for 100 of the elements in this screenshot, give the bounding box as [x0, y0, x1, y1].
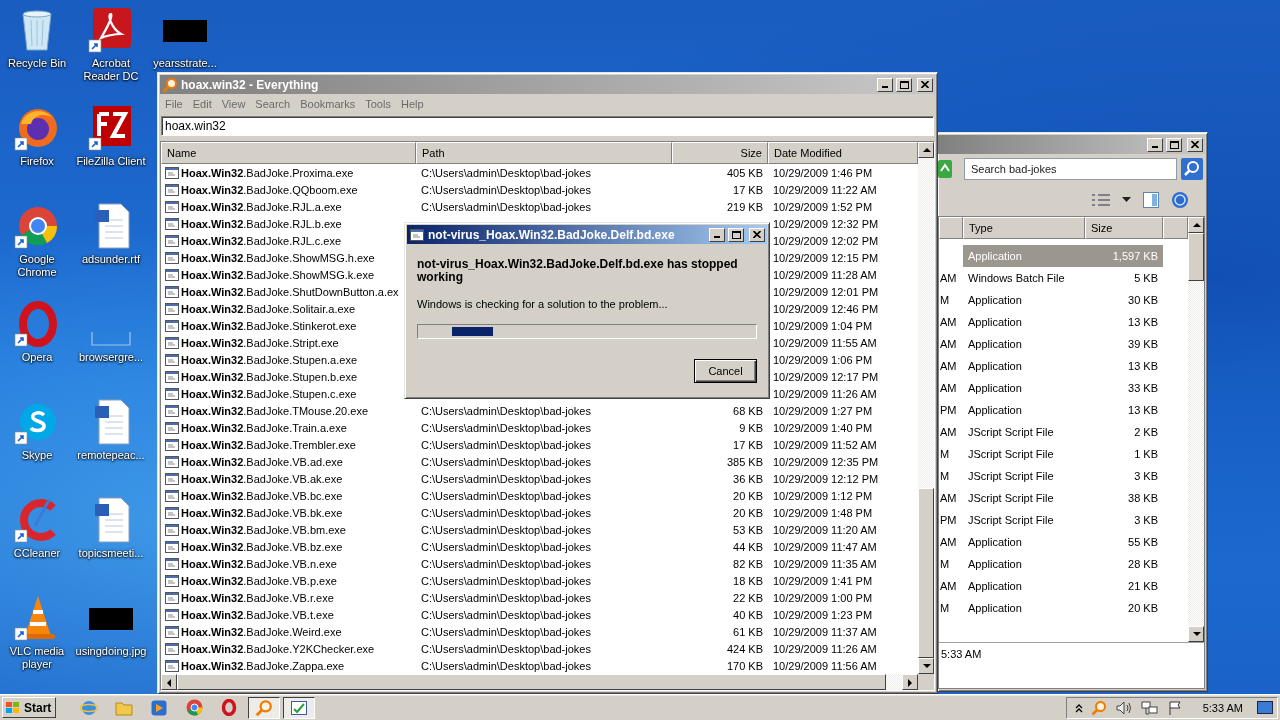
date-modified: 10/29/2009 12:12 PM — [772, 472, 880, 485]
file-name: Hoax.Win32.BadJoke.Stupen.c.exe — [181, 387, 357, 400]
file-path: C:\Users\admin\Desktop\bad-jokes — [420, 200, 592, 213]
file-path: C:\Users\admin\Desktop\bad-jokes — [420, 608, 592, 621]
file-name: Hoax.Win32.BadJoke.Y2KChecker.exe — [181, 642, 375, 655]
date-modified: 10/29/2009 11:56 AM — [772, 659, 878, 672]
file-name: Hoax.Win32.BadJoke.Solitair.a.exe — [181, 302, 356, 315]
date-fragment: PM — [939, 404, 958, 416]
file-path: C:\Users\admin\Desktop\bad-jokes — [420, 642, 592, 655]
file-size: 9 KB — [738, 421, 764, 434]
file-name: Hoax.Win32.BadJoke.Weird.exe — [181, 625, 342, 638]
date-modified: 10/29/2009 1:23 PM — [772, 608, 874, 621]
date-fragment: M — [939, 470, 951, 482]
date-modified: 10/29/2009 1:06 PM — [772, 353, 874, 366]
date-modified: 10/29/2009 11:35 AM — [772, 557, 878, 570]
file-name: Hoax.Win32.BadJoke.Train.a.exe — [181, 421, 347, 434]
file-type: JScript Script File — [967, 491, 1055, 506]
date-modified: 10/29/2009 11:47 AM — [772, 540, 878, 553]
file-name: Hoax.Win32.BadJoke.QQboom.exe — [181, 183, 358, 196]
file-name: Hoax.Win32.BadJoke.ShowMSG.h.exe — [181, 251, 375, 264]
file-name: Hoax.Win32.BadJoke.RJL.b.exe — [181, 217, 342, 230]
file-type: Application — [963, 245, 1085, 267]
date-modified: 10/29/2009 12:35 PM — [772, 455, 880, 468]
date-modified: 10/29/2009 11:37 AM — [772, 625, 878, 638]
file-type: JScript Script File — [967, 469, 1055, 484]
file-name: Hoax.Win32.BadJoke.VB.r.exe — [181, 591, 334, 604]
file-name: Hoax.Win32.BadJoke.VB.bk.exe — [181, 506, 343, 519]
file-name: Hoax.Win32.BadJoke.RJL.c.exe — [181, 234, 342, 247]
dialog-title: not-virus_Hoax.Win32.BadJoke.Delf.bd.exe — [428, 227, 675, 242]
file-name: Hoax.Win32.BadJoke.VB.ad.exe — [181, 455, 343, 468]
file-size: 1 KB — [1133, 447, 1159, 462]
date-modified: 10/29/2009 12:01 PM — [772, 285, 880, 298]
date-fragment: AM — [939, 492, 958, 504]
date-modified: 10/29/2009 1:41 PM — [772, 574, 874, 587]
status-text: 5:33 AM — [941, 648, 982, 660]
file-name: Hoax.Win32.BadJoke.Stinkerot.exe — [181, 319, 357, 332]
file-type: Application — [967, 337, 1023, 352]
date-modified: 10/29/2009 11:22 AM — [772, 183, 878, 196]
file-name: Hoax.Win32.BadJoke.Stupen.a.exe — [181, 353, 357, 366]
file-name: Hoax.Win32.BadJoke.VB.ak.exe — [181, 472, 343, 485]
file-size: 13 KB — [1127, 315, 1159, 330]
file-path: C:\Users\admin\Desktop\bad-jokes — [420, 625, 592, 638]
date-fragment: M — [939, 602, 951, 614]
file-size: 30 KB — [1127, 293, 1159, 308]
date-fragment: AM — [939, 360, 958, 372]
file-path: C:\Users\admin\Desktop\bad-jokes — [420, 523, 592, 536]
date-modified: 10/29/2009 12:46 PM — [772, 302, 880, 315]
date-modified: 10/29/2009 12:02 PM — [772, 234, 880, 247]
file-name: Hoax.Win32.BadJoke.Proxima.exe — [181, 166, 354, 179]
file-size: 53 KB — [732, 523, 764, 536]
date-modified: 10/29/2009 1:27 PM — [772, 404, 874, 417]
date-modified: 10/29/2009 11:26 AM — [772, 387, 878, 400]
file-name: Hoax.Win32.BadJoke.VB.bz.exe — [181, 540, 343, 553]
date-fragment: M — [939, 448, 951, 460]
file-type: Application — [967, 403, 1023, 418]
file-type: Application — [967, 359, 1023, 374]
file-path: C:\Users\admin\Desktop\bad-jokes — [420, 591, 592, 604]
file-size: 18 KB — [732, 574, 764, 587]
file-size: 55 KB — [1127, 535, 1159, 550]
date-modified: 10/29/2009 12:17 PM — [772, 370, 880, 383]
file-name: Hoax.Win32.BadJoke.Stupen.b.exe — [181, 370, 357, 383]
date-modified: 10/29/2009 1:46 PM — [772, 166, 874, 179]
file-name: Hoax.Win32.BadJoke.VB.t.exe — [181, 608, 334, 621]
file-size: 170 KB — [725, 659, 764, 672]
file-type: JScript Script File — [967, 513, 1055, 528]
date-modified: 10/29/2009 1:52 PM — [772, 200, 874, 213]
date-fragment: AM — [939, 382, 958, 394]
file-size: 20 KB — [1127, 601, 1159, 616]
date-modified: 10/29/2009 11:20 AM — [772, 523, 878, 536]
file-path: C:\Users\admin\Desktop\bad-jokes — [420, 472, 592, 485]
file-size: 405 KB — [725, 166, 764, 179]
file-size: 219 KB — [725, 200, 764, 213]
date-modified: 10/29/2009 1:00 PM — [772, 591, 874, 604]
date-modified: 10/29/2009 11:28 AM — [772, 268, 878, 281]
date-modified: 10/29/2009 12:15 PM — [772, 251, 880, 264]
error-heading: not-virus_Hoax.Win32.BadJoke.Delf.bd.exe has stopped working — [417, 258, 739, 284]
file-size: 17 KB — [732, 183, 764, 196]
file-size: 61 KB — [732, 625, 764, 638]
file-type: Application — [967, 535, 1023, 550]
date-fragment: AM — [939, 338, 958, 350]
file-type: Application — [967, 293, 1023, 308]
file-path: C:\Users\admin\Desktop\bad-jokes — [420, 183, 592, 196]
date-modified: 10/29/2009 11:26 AM — [772, 642, 878, 655]
date-fragment: AM — [939, 316, 958, 328]
date-fragment: M — [939, 294, 951, 306]
file-name: Hoax.Win32.BadJoke.Trembler.exe — [181, 438, 356, 451]
file-path: C:\Users\admin\Desktop\bad-jokes — [420, 404, 592, 417]
file-name: Hoax.Win32.BadJoke.ShutDownButton.a.ex — [181, 285, 399, 298]
file-type: JScript Script File — [967, 447, 1055, 462]
file-path: C:\Users\admin\Desktop\bad-jokes — [420, 540, 592, 553]
date-fragment: AM — [939, 426, 958, 438]
file-size: 13 KB — [1127, 403, 1159, 418]
file-size: 36 KB — [732, 472, 764, 485]
file-size: 20 KB — [732, 506, 764, 519]
file-path: C:\Users\admin\Desktop\bad-jokes — [420, 506, 592, 519]
file-type: Application — [967, 381, 1023, 396]
file-size: 68 KB — [732, 404, 764, 417]
file-size: 21 KB — [1127, 579, 1159, 594]
date-fragment: M — [939, 558, 951, 570]
file-type: Application — [967, 557, 1023, 572]
